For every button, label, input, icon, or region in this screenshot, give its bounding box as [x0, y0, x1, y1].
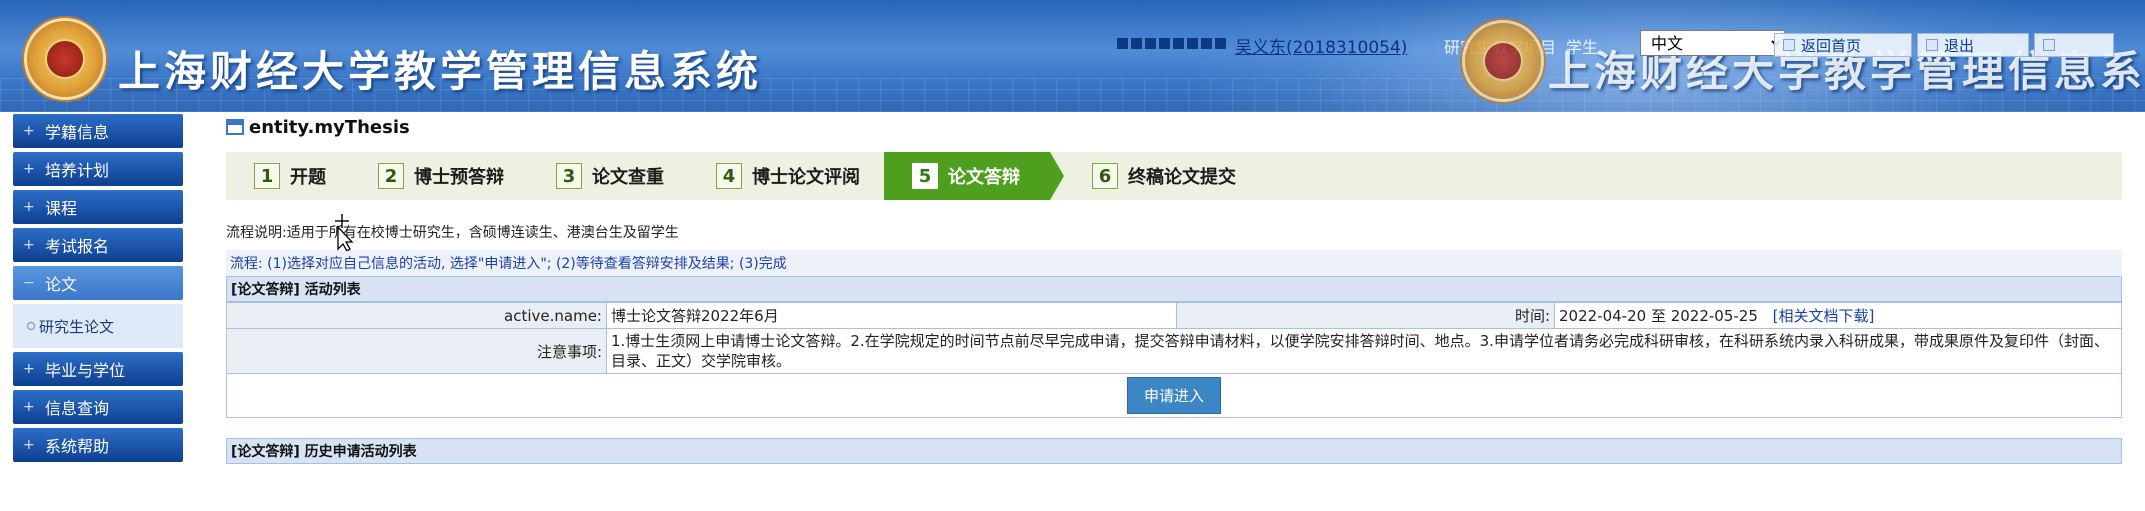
logout-button[interactable]: 退出 [1917, 33, 2029, 57]
sidebar-item-training-plan[interactable]: + 培养计划 [13, 152, 183, 186]
activity-time-label: 时间: [1176, 302, 1555, 329]
apply-cell: 申请进入 [226, 373, 2122, 418]
step-plagiarism-check[interactable]: 3 论文查重 [528, 152, 688, 200]
document-icon [226, 119, 244, 135]
doc-download-link[interactable]: [相关文档下载] [1773, 307, 1875, 325]
flow-description: 流程说明:适用于所有在校博士研究生，含硕博连读生、港澳台生及留学生 [226, 225, 679, 241]
sidebar-item-courses[interactable]: + 课程 [13, 190, 183, 224]
main-content: entity.myThesis 1 开题 2 博士预答辩 3 论文查重 4 博士… [226, 114, 2126, 464]
expand-icon: + [23, 361, 35, 377]
step-thesis-review[interactable]: 4 博士论文评阅 [688, 152, 884, 200]
step-final-submission[interactable]: 6 终稿论文提交 [1064, 152, 1260, 200]
decorative-blocks [1117, 38, 1226, 49]
sidebar-nav: + 学籍信息 + 培养计划 + 课程 + 考试报名 − 论文 研究生论文 + 毕… [13, 114, 183, 466]
sidebar-item-info-query[interactable]: + 信息查询 [13, 390, 183, 424]
sidebar-item-thesis[interactable]: − 论文 [13, 266, 183, 300]
sidebar-item-system-help[interactable]: + 系统帮助 [13, 428, 183, 462]
table-row: active.name: 博士论文答辩2022年6月 时间: 2022-04-2… [226, 302, 2122, 329]
activity-name-label: active.name: [226, 302, 607, 329]
university-seal-logo [24, 18, 106, 100]
expand-icon: + [23, 161, 35, 177]
activity-section-title: [论文答辩] 活动列表 [226, 276, 2122, 302]
mouse-cursor-icon [335, 214, 354, 251]
history-section-title: [论文答辩] 历史申请活动列表 [226, 438, 2122, 464]
university-seal-logo-watermark [1462, 20, 1544, 102]
flow-steps: 流程: (1)选择对应自己信息的活动, 选择"申请进入"; (2)等待查看答辩安… [226, 250, 2122, 276]
expand-icon: + [23, 437, 35, 453]
system-title: 上海财经大学教学管理信息系统 [118, 47, 763, 96]
sidebar-item-graduation-degree[interactable]: + 毕业与学位 [13, 352, 183, 386]
language-select[interactable]: 中文 [1640, 30, 1785, 56]
process-steps: 1 开题 2 博士预答辩 3 论文查重 4 博士论文评阅 5 论文答辩 6 终稿… [226, 152, 2122, 200]
step-thesis-defense[interactable]: 5 论文答辩 [884, 152, 1064, 200]
notes-value: 1.博士生须网上申请博士论文答辩。2.在学院规定的时间节点前尽早完成申请，提交答… [606, 328, 2122, 374]
sidebar-item-student-status[interactable]: + 学籍信息 [13, 114, 183, 148]
sidebar-subitem-graduate-thesis[interactable]: 研究生论文 [13, 304, 183, 348]
info-icon [2043, 39, 2055, 51]
apply-enter-button[interactable]: 申请进入 [1126, 377, 1221, 414]
expand-icon: + [23, 199, 35, 215]
expand-icon: + [23, 399, 35, 415]
table-row: 注意事项: 1.博士生须网上申请博士论文答辩。2.在学院规定的时间节点前尽早完成… [226, 328, 2122, 374]
expand-icon: + [23, 237, 35, 253]
step-proposal[interactable]: 1 开题 [226, 152, 350, 200]
app-header: 上海财经大学教学管理信息系统 吴义东(2018310054) 研究生教学项目 学… [0, 0, 2145, 112]
collapse-icon: − [23, 275, 35, 291]
activity-name-value: 博士论文答辩2022年6月 [606, 302, 1177, 329]
table-row: 申请进入 [226, 373, 2122, 418]
info-button[interactable] [2034, 33, 2114, 57]
activity-time-cell: 2022-04-20 至 2022-05-25 [相关文档下载] [1554, 302, 2122, 329]
activity-time-value: 2022-04-20 至 2022-05-25 [1559, 307, 1758, 325]
bullet-icon [27, 322, 35, 330]
user-name-link[interactable]: 吴义东(2018310054) [1235, 33, 1407, 58]
logout-icon [1926, 39, 1938, 51]
activity-table: active.name: 博士论文答辩2022年6月 时间: 2022-04-2… [226, 302, 2122, 418]
expand-icon: + [23, 123, 35, 139]
sidebar-item-exam-registration[interactable]: + 考试报名 [13, 228, 183, 262]
home-button[interactable]: 返回首页 [1774, 33, 1912, 57]
step-pre-defense[interactable]: 2 博士预答辩 [350, 152, 528, 200]
notes-label: 注意事项: [226, 328, 607, 374]
home-icon [1783, 39, 1795, 51]
page-title: entity.myThesis [226, 114, 2126, 140]
